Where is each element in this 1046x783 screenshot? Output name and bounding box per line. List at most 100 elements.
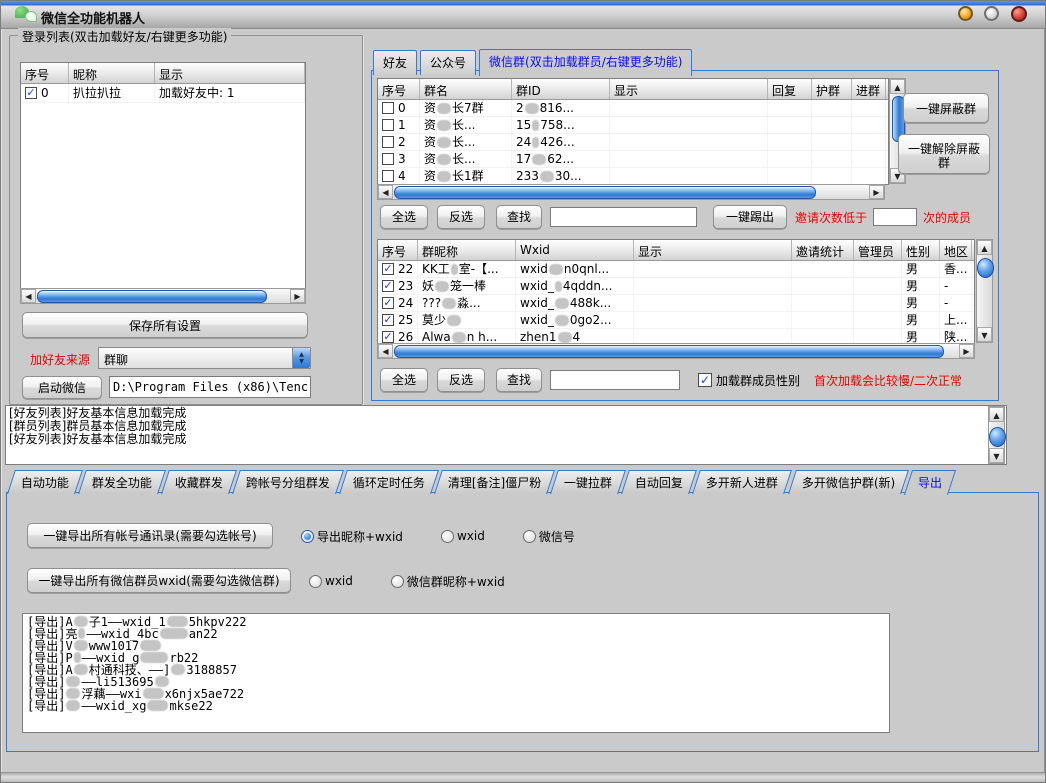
export-contacts-button[interactable]: 一键导出所有帐号通讯录(需要勾选帐号)	[27, 523, 273, 548]
scroll-right-icon[interactable]: ▶	[290, 289, 305, 303]
radio-option[interactable]: 导出昵称+wxid	[301, 528, 403, 545]
launch-wechat-button[interactable]: 启动微信	[22, 376, 102, 399]
scroll-right-icon[interactable]: ▶	[959, 344, 974, 358]
row-checkbox[interactable]	[382, 136, 394, 148]
member-select-all-button[interactable]: 全选	[380, 368, 428, 392]
bottom-tab[interactable]: 收藏群发	[161, 470, 237, 494]
radio-circle[interactable]	[309, 575, 322, 588]
close-button[interactable]	[1011, 6, 1027, 22]
radio-option[interactable]: wxid	[309, 574, 353, 588]
scrollbar-thumb[interactable]	[989, 427, 1006, 447]
row-checkbox[interactable]: ✓	[25, 87, 37, 99]
column-header[interactable]: 回复	[768, 79, 812, 99]
member-search-input[interactable]	[550, 370, 680, 390]
spinner-icon[interactable]: ▲▼	[292, 348, 310, 368]
load-gender-checkbox[interactable]: ✓	[698, 373, 712, 387]
row-checkbox[interactable]: ✓	[382, 280, 394, 292]
column-header[interactable]: 性别	[902, 240, 940, 260]
member-search-button[interactable]: 查找	[496, 368, 542, 392]
scroll-down-icon[interactable]: ▼	[989, 448, 1004, 463]
column-header[interactable]: 管理员	[854, 240, 902, 260]
row-checkbox[interactable]	[382, 170, 394, 182]
scrollbar-thumb[interactable]	[977, 258, 994, 278]
table-row[interactable]: 0资长7群2816...	[378, 100, 888, 117]
login-table-hscrollbar[interactable]: ◀ ▶	[20, 288, 306, 304]
member-table-vscrollbar[interactable]: ▲ ▼	[976, 239, 993, 343]
log-box[interactable]: [好友列表]好友基本信息加载完成[群员列表]群员基本信息加载完成[好友列表]好友…	[5, 405, 1007, 465]
row-checkbox[interactable]	[382, 102, 394, 114]
scroll-right-icon[interactable]: ▶	[869, 185, 884, 199]
column-header[interactable]: 昵称	[69, 63, 155, 83]
table-row[interactable]: ✓25莫少wxid_0go2...男上...	[378, 312, 974, 329]
table-row[interactable]: 3资长...1762...	[378, 151, 888, 168]
maximize-button[interactable]	[984, 6, 999, 21]
column-header[interactable]: 群昵称	[418, 240, 516, 260]
scroll-left-icon[interactable]: ◀	[21, 289, 36, 303]
bottom-tab[interactable]: 多开新人进群	[693, 470, 793, 494]
row-checkbox[interactable]: ✓	[382, 331, 394, 343]
bottom-tab[interactable]: 自动回复	[622, 470, 698, 494]
radio-circle[interactable]	[441, 530, 454, 543]
bottom-tab[interactable]: 多开微信护群(新)	[788, 470, 909, 494]
group-table-hscrollbar[interactable]: ◀ ▶	[377, 184, 885, 200]
radio-circle[interactable]	[301, 530, 314, 543]
column-header[interactable]: 护群	[812, 79, 852, 99]
scrollbar-thumb[interactable]	[394, 186, 816, 199]
radio-circle[interactable]	[523, 530, 536, 543]
group-invert-select-button[interactable]: 反选	[437, 205, 485, 229]
table-row[interactable]: ✓0扒拉扒拉加载好友中: 1	[21, 84, 305, 103]
row-checkbox[interactable]: ✓	[382, 314, 394, 326]
table-row[interactable]: ✓22KK工室-【...wxidn0qnl...男香...	[378, 261, 974, 278]
table-row[interactable]: 1资长...15758...	[378, 117, 888, 134]
column-header[interactable]: 群名	[420, 79, 512, 99]
row-checkbox[interactable]: ✓	[382, 263, 394, 275]
scrollbar-thumb[interactable]	[394, 345, 944, 358]
scroll-down-icon[interactable]: ▼	[977, 327, 992, 342]
member-invert-select-button[interactable]: 反选	[437, 368, 485, 392]
scroll-up-icon[interactable]: ▲	[989, 407, 1004, 422]
table-row[interactable]: 2资长...24426...	[378, 134, 888, 151]
column-header[interactable]: 邀请统计	[792, 240, 854, 260]
bottom-tab[interactable]: 一键拉群	[551, 470, 627, 494]
column-header[interactable]: 地区	[940, 240, 972, 260]
bottom-tab[interactable]: 清理[备注]僵尸粉	[434, 470, 555, 494]
column-header[interactable]: 进群	[852, 79, 886, 99]
bottom-tab[interactable]: 跨帐号分组群发	[232, 470, 344, 494]
scroll-up-icon[interactable]: ▲	[890, 79, 905, 94]
table-row[interactable]: ✓23妖笼一棒wxid_4qddn...男-	[378, 278, 974, 295]
scroll-left-icon[interactable]: ◀	[378, 344, 393, 358]
bottom-tab[interactable]: 循环定时任务	[339, 470, 439, 494]
row-checkbox[interactable]: ✓	[382, 297, 394, 309]
wechat-path-input[interactable]	[109, 376, 311, 398]
scroll-up-icon[interactable]: ▲	[977, 240, 992, 255]
save-settings-button[interactable]: 保存所有设置	[22, 312, 308, 338]
column-header[interactable]: 显示	[155, 63, 305, 83]
minimize-button[interactable]	[958, 6, 973, 21]
scrollbar-thumb[interactable]	[37, 290, 267, 303]
panel-tab[interactable]: 公众号	[420, 50, 476, 75]
radio-option[interactable]: 微信群昵称+wxid	[391, 573, 505, 590]
kick-threshold-input[interactable]	[873, 208, 917, 226]
radio-circle[interactable]	[391, 575, 404, 588]
radio-option[interactable]: wxid	[441, 529, 485, 543]
radio-option[interactable]: 微信号	[523, 528, 575, 545]
bottom-tab[interactable]: 自动功能	[7, 470, 83, 494]
scroll-left-icon[interactable]: ◀	[378, 185, 393, 199]
log-vscrollbar[interactable]: ▲ ▼	[988, 406, 1005, 464]
group-select-all-button[interactable]: 全选	[380, 205, 428, 229]
export-members-button[interactable]: 一键导出所有微信群员wxid(需要勾选微信群)	[27, 568, 291, 593]
column-header[interactable]: 序号	[378, 240, 418, 260]
row-checkbox[interactable]	[382, 119, 394, 131]
table-row[interactable]: 4资长1群23330...	[378, 168, 888, 184]
friend-source-select[interactable]: 群聊 ▲▼	[98, 347, 311, 369]
export-output-box[interactable]: [导出]A子1——wxid_15hkpv222[导出]亮——wxid_4bcan…	[22, 613, 890, 733]
column-header[interactable]: 序号	[378, 79, 420, 99]
column-header[interactable]: 显示	[634, 240, 792, 260]
panel-tab[interactable]: 微信群(双击加载群员/右键更多功能)	[479, 49, 692, 76]
kick-members-button[interactable]: 一键踢出	[713, 205, 787, 229]
table-row[interactable]: ✓26Alwan h...zhen14男陕...	[378, 329, 974, 343]
unblock-group-button[interactable]: 一键解除屏蔽群	[898, 134, 990, 174]
bottom-tab[interactable]: 导出	[904, 470, 956, 495]
column-header[interactable]: 序号	[21, 63, 69, 83]
group-search-input[interactable]	[550, 207, 697, 227]
